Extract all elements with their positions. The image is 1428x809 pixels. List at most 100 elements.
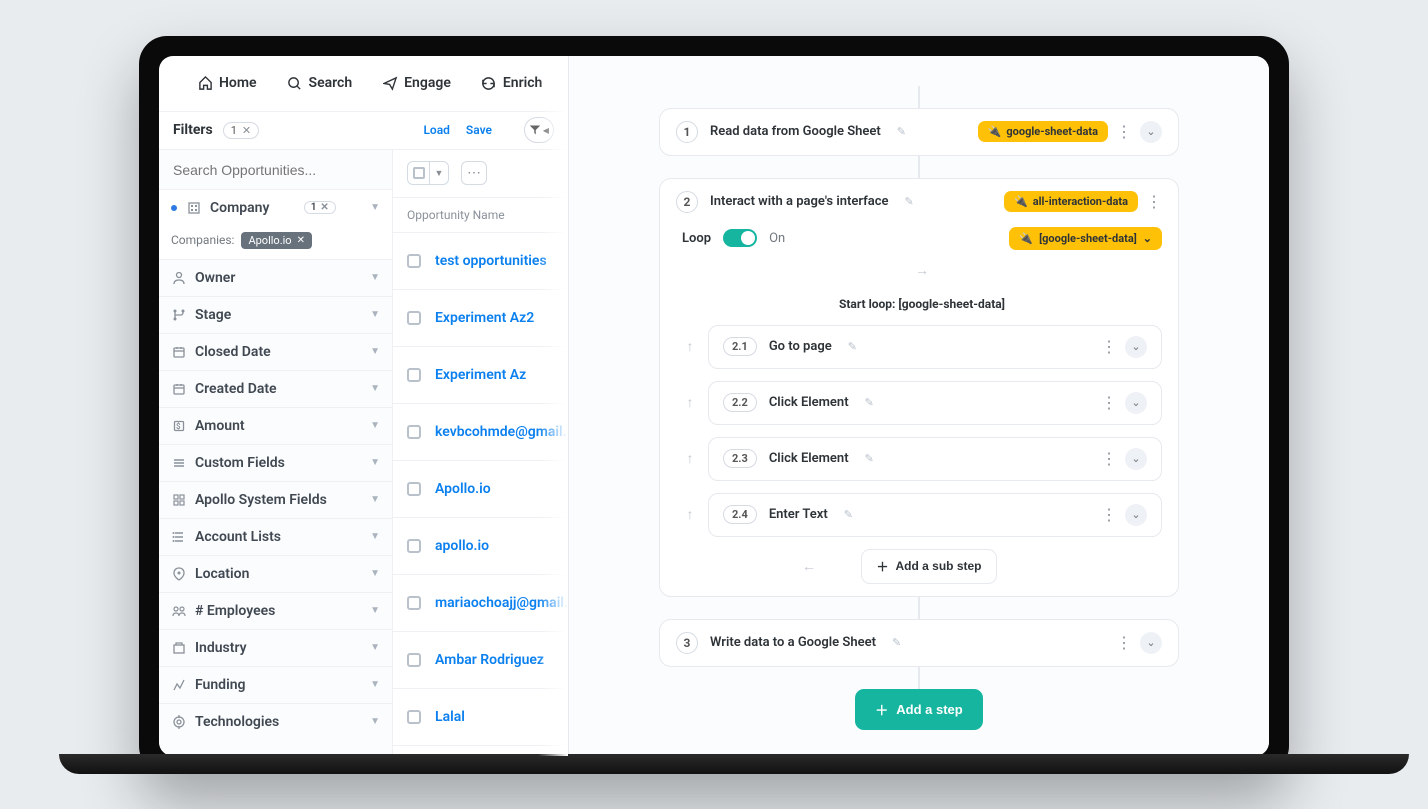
expand-button[interactable]: ⌄: [1125, 336, 1147, 358]
filter-company-count[interactable]: 1✕: [304, 201, 336, 214]
chevron-down-icon[interactable]: ▼: [430, 168, 448, 179]
filter-item-header[interactable]: Created Date▼: [159, 371, 392, 407]
edit-icon[interactable]: ✎: [897, 125, 906, 138]
filter-company-header[interactable]: Company 1✕ ▼: [159, 190, 392, 226]
opportunity-row[interactable]: Lalal: [393, 689, 568, 746]
expand-button[interactable]: ⌄: [1140, 632, 1162, 654]
substep: 2.3Click Element✎⋮⌄: [708, 437, 1162, 481]
more-icon[interactable]: ⋮: [1101, 395, 1117, 411]
filter-item-header[interactable]: # Employees▼: [159, 593, 392, 629]
output-pill[interactable]: 🔌google-sheet-data: [978, 121, 1108, 142]
filter-item-header[interactable]: Custom Fields▼: [159, 445, 392, 481]
row-checkbox[interactable]: [407, 653, 421, 667]
row-checkbox[interactable]: [407, 482, 421, 496]
clear-filter-icon[interactable]: ✕: [242, 124, 251, 137]
select-all-toggle[interactable]: ▼: [407, 161, 449, 185]
nav-home[interactable]: Home: [185, 68, 269, 98]
more-icon[interactable]: ⋮: [1101, 507, 1117, 523]
flow-arrow-icon: →: [682, 262, 1162, 279]
edit-icon[interactable]: ✎: [865, 396, 874, 409]
filter-sidebar: Company 1✕ ▼ Companies: Apollo.io✕ Owner…: [159, 150, 393, 756]
edit-icon[interactable]: ✎: [865, 452, 874, 465]
search-opportunities-input[interactable]: [173, 162, 378, 178]
loop-toggle[interactable]: [723, 229, 757, 247]
opportunity-link[interactable]: kevbcohmde@gmail.com: [435, 424, 568, 440]
filter-item-header[interactable]: Closed Date▼: [159, 334, 392, 370]
opportunity-row[interactable]: Experiment Az: [393, 347, 568, 404]
add-substep-button[interactable]: ＋Add a sub step: [861, 549, 996, 584]
row-checkbox[interactable]: [407, 254, 421, 268]
more-button[interactable]: ⋯: [461, 161, 487, 185]
filter-company-label: Company: [210, 200, 269, 216]
row-checkbox[interactable]: [407, 368, 421, 382]
edit-icon[interactable]: ✎: [892, 636, 901, 649]
opportunity-link[interactable]: apollo.io: [435, 538, 489, 554]
more-icon[interactable]: ⋮: [1101, 451, 1117, 467]
filter-item-header[interactable]: Account Lists▼: [159, 519, 392, 555]
opportunity-row[interactable]: mariaochoajj@gmail.com: [393, 575, 568, 632]
opportunity-row[interactable]: Apollo.io: [393, 461, 568, 518]
plus-icon: ＋: [876, 558, 888, 575]
more-icon[interactable]: ⋮: [1101, 339, 1117, 355]
list-icon: [171, 455, 186, 470]
filter-count-badge[interactable]: 1✕: [223, 122, 259, 139]
chevron-down-icon: ▼: [370, 457, 380, 468]
row-checkbox[interactable]: [407, 710, 421, 724]
row-checkbox[interactable]: [407, 539, 421, 553]
opportunity-link[interactable]: Experiment Az2: [435, 310, 534, 326]
row-checkbox[interactable]: [407, 311, 421, 325]
more-icon[interactable]: ⋮: [1146, 194, 1162, 210]
opportunity-link[interactable]: Ambar Rodriguez: [435, 652, 544, 668]
company-pill[interactable]: Apollo.io✕: [241, 232, 312, 249]
opportunity-link[interactable]: Experiment Az: [435, 367, 526, 383]
save-link[interactable]: Save: [466, 123, 492, 137]
active-dot-icon: [171, 205, 177, 211]
funnel-button[interactable]: ◀: [524, 117, 554, 143]
filter-item-header[interactable]: Owner▼: [159, 260, 392, 296]
row-checkbox[interactable]: [407, 596, 421, 610]
opportunity-column: ▼ ⋯ Opportunity Name test opportunitiesE…: [393, 150, 568, 756]
opportunity-link[interactable]: Apollo.io: [435, 481, 491, 497]
nav-enrich[interactable]: Enrich: [469, 68, 555, 98]
opportunity-link[interactable]: Lalal: [435, 709, 465, 725]
search-opportunities-wrapper: [159, 150, 392, 189]
expand-button[interactable]: ⌄: [1125, 392, 1147, 414]
filter-company: Company 1✕ ▼ Companies: Apollo.io✕: [159, 189, 392, 259]
more-icon[interactable]: ⋮: [1116, 635, 1132, 651]
expand-button[interactable]: ⌄: [1125, 504, 1147, 526]
filter-item-header[interactable]: Industry▼: [159, 630, 392, 666]
opportunity-row[interactable]: Experiment Az2: [393, 290, 568, 347]
chevron-down-icon: ▼: [370, 531, 380, 542]
people-icon: [171, 603, 186, 618]
filter-item-header[interactable]: Stage▼: [159, 297, 392, 333]
filter-item-header[interactable]: Technologies▼: [159, 704, 392, 740]
edit-icon[interactable]: ✎: [844, 508, 853, 521]
more-icon[interactable]: ⋮: [1116, 124, 1132, 140]
expand-button[interactable]: ⌄: [1125, 448, 1147, 470]
load-link[interactable]: Load: [423, 123, 449, 137]
remove-pill-icon[interactable]: ✕: [297, 235, 305, 246]
loop-input-pill[interactable]: 🔌[google-sheet-data]⌄: [1009, 227, 1162, 250]
filter-item-header[interactable]: Funding▼: [159, 667, 392, 703]
expand-button[interactable]: ⌄: [1140, 121, 1162, 143]
building-icon: [186, 200, 201, 215]
add-step-button[interactable]: ＋Add a step: [855, 689, 982, 730]
filter-item-header[interactable]: $Amount▼: [159, 408, 392, 444]
nav-search[interactable]: Search: [275, 68, 365, 98]
opportunity-link[interactable]: mariaochoajj@gmail.com: [435, 595, 568, 611]
send-icon: [382, 75, 398, 91]
row-checkbox[interactable]: [407, 425, 421, 439]
step-1: 1 Read data from Google Sheet ✎ 🔌google-…: [659, 108, 1179, 156]
filter-item-header[interactable]: Location▼: [159, 556, 392, 592]
opportunity-row[interactable]: Ambar Rodriguez: [393, 632, 568, 689]
opportunity-row[interactable]: test opportunities: [393, 233, 568, 290]
chevron-down-icon: ▼: [370, 309, 380, 320]
opportunity-row[interactable]: kevbcohmde@gmail.com: [393, 404, 568, 461]
filter-item-header[interactable]: Apollo System Fields▼: [159, 482, 392, 518]
output-pill[interactable]: 🔌all-interaction-data: [1004, 191, 1138, 212]
nav-engage[interactable]: Engage: [370, 68, 463, 98]
opportunity-row[interactable]: apollo.io: [393, 518, 568, 575]
edit-icon[interactable]: ✎: [905, 195, 914, 208]
opportunity-link[interactable]: test opportunities: [435, 253, 547, 269]
edit-icon[interactable]: ✎: [848, 340, 857, 353]
